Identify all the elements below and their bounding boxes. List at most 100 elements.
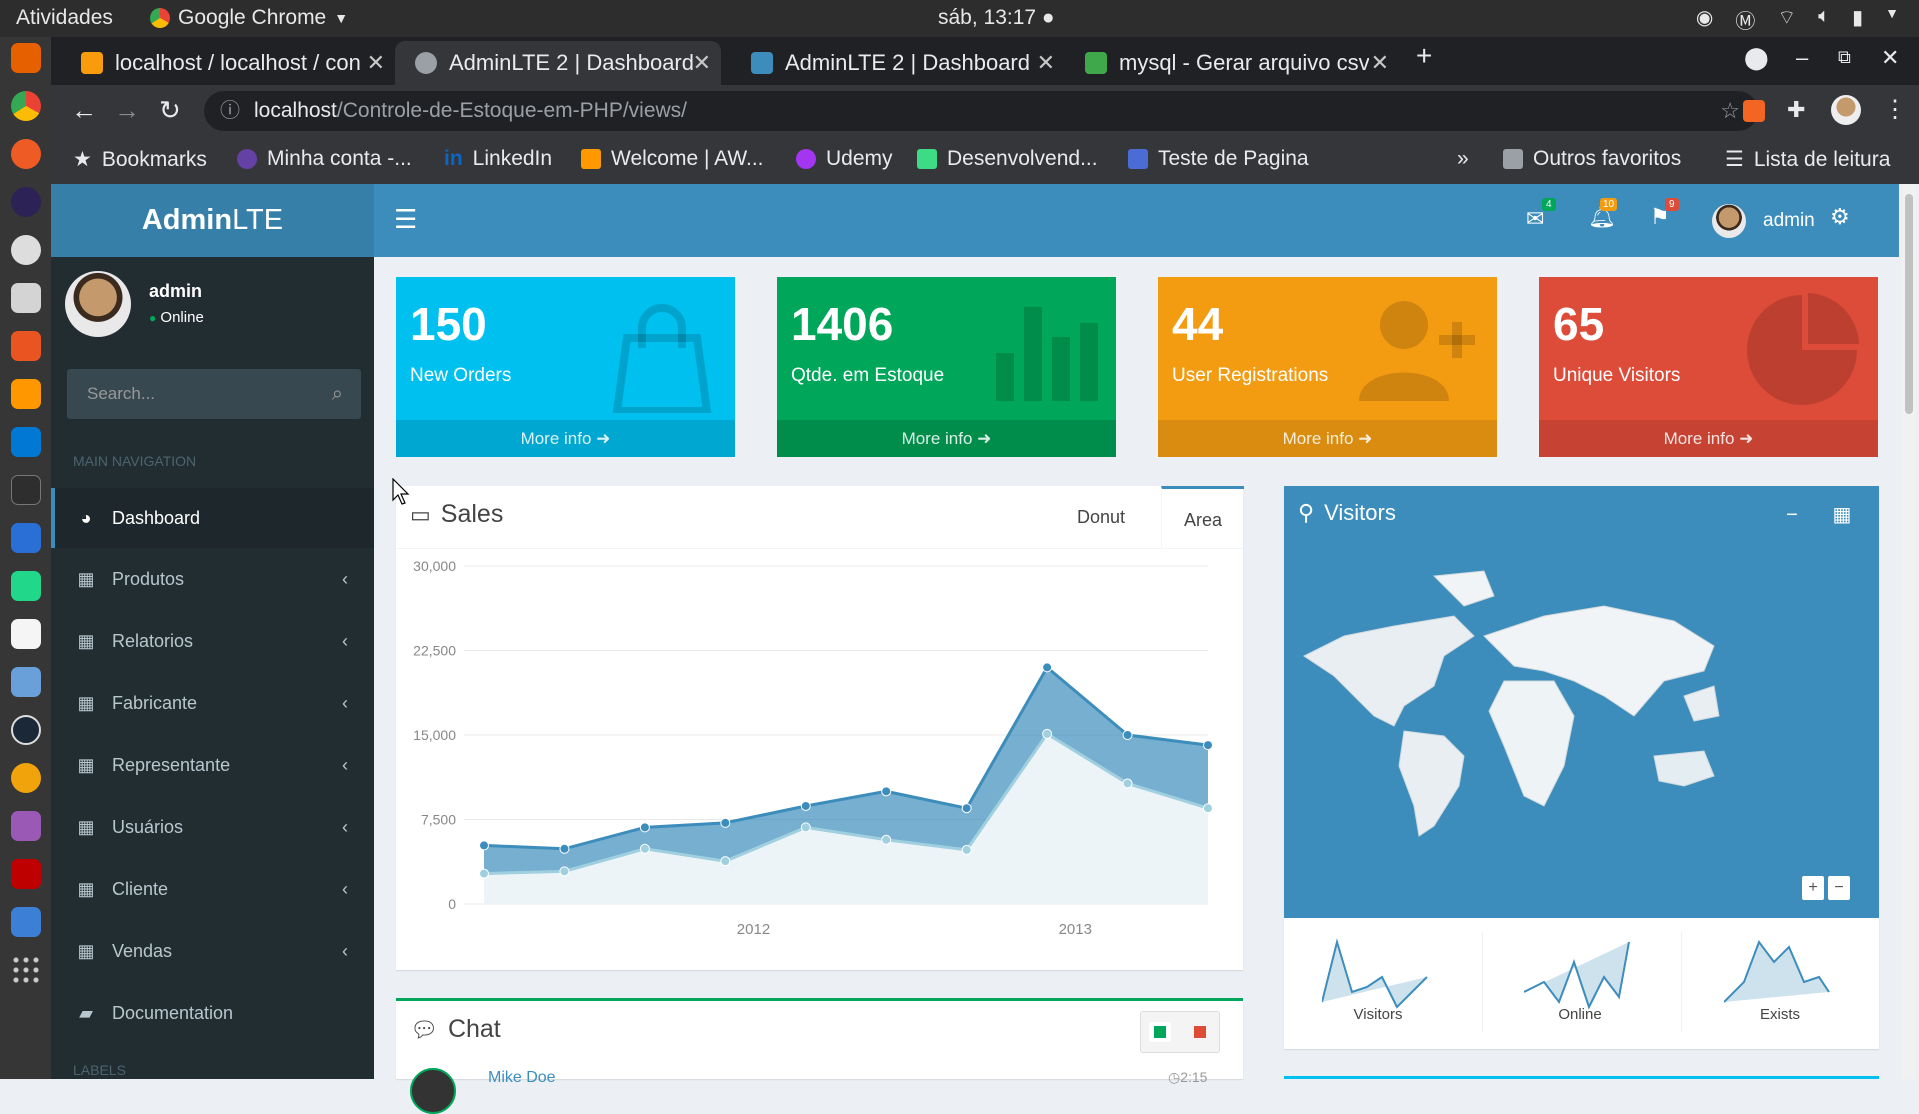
back-arrow-icon[interactable]: ← (71, 95, 97, 126)
bookmark-item[interactable]: in LinkedIn (444, 147, 552, 171)
map-zoom-out[interactable]: − (1828, 876, 1850, 900)
datagrip-icon[interactable] (10, 523, 41, 553)
battery-icon[interactable]: ▮ (1852, 5, 1863, 34)
reload-icon[interactable]: ↻ (159, 95, 181, 126)
info-icon[interactable]: ⓘ (220, 91, 240, 131)
map-zoom-in[interactable]: + (1802, 876, 1824, 900)
data-point (961, 844, 972, 855)
star-icon[interactable]: ☆ (1720, 91, 1740, 131)
steam-icon[interactable] (10, 715, 41, 745)
tab-area[interactable]: Area (1161, 486, 1245, 549)
search-icon[interactable]: ⌕ (332, 369, 343, 419)
rss-icon[interactable] (1743, 100, 1765, 122)
sublime-icon[interactable] (10, 379, 41, 409)
text-editor-icon[interactable] (10, 619, 41, 649)
profile-avatar[interactable] (1831, 95, 1861, 125)
more-info-link[interactable]: More info ➜ (396, 420, 735, 457)
clock[interactable]: sáb, 13:17 ● (938, 6, 1055, 30)
bookmark-item[interactable]: Minha conta -... (237, 147, 412, 171)
tab-donut[interactable]: Donut (1055, 486, 1147, 549)
more-info-link[interactable]: More info ➜ (1158, 420, 1497, 457)
window-close-icon[interactable]: ✕ (1881, 45, 1899, 71)
gears-icon[interactable]: ⚙ (1830, 204, 1850, 230)
extensions-icon[interactable]: ✚ (1787, 97, 1805, 123)
reading-list[interactable]: ☰ Lista de leitura (1725, 147, 1890, 172)
obs-icon[interactable] (10, 235, 41, 265)
tab-mysql[interactable]: mysql - Gerar arquivo csv c ✕ (1065, 41, 1399, 85)
app-grid-icon[interactable] (10, 955, 41, 985)
wifi-icon[interactable]: ⌔ (1777, 5, 1796, 34)
bookmark-item[interactable]: Teste de Pagina (1128, 147, 1309, 171)
close-icon[interactable]: ✕ (693, 50, 711, 76)
activities-button[interactable]: Atividades (16, 6, 113, 30)
bookmark-item[interactable]: Desenvolvend... (917, 147, 1098, 171)
sidebar-item-fabricante[interactable]: ▦ Fabricante ‹ (51, 673, 374, 733)
user-plus-icon (1359, 301, 1475, 401)
app-menu[interactable]: Google Chrome ▼ (150, 6, 348, 30)
tab-adminlte[interactable]: AdminLTE 2 | Dashboard ✕ (731, 41, 1065, 85)
other-bookmarks-folder[interactable]: Outros favoritos (1503, 147, 1681, 171)
eclipse-icon[interactable] (10, 187, 41, 217)
gmail-icon[interactable]: Ⓜ (1735, 5, 1755, 34)
filezilla-icon[interactable] (10, 859, 41, 889)
online-status-button[interactable] (1149, 1022, 1171, 1042)
status-toggle[interactable] (1140, 1011, 1220, 1053)
close-icon[interactable]: ✕ (1371, 50, 1389, 76)
offline-status-button[interactable] (1189, 1022, 1211, 1042)
postman-icon[interactable] (10, 139, 41, 169)
user-avatar[interactable] (1712, 204, 1746, 238)
chat-sender-name[interactable]: Mike Doe (488, 1069, 556, 1087)
bookmark-item[interactable]: Udemy (796, 147, 893, 171)
forward-arrow-icon[interactable]: → (114, 95, 140, 126)
sidebar-item-produtos[interactable]: ▦ Produtos ‹ (51, 549, 374, 609)
stat-box-stock: 1406 Qtde. em Estoque More info ➜ (777, 277, 1116, 457)
terminal-icon[interactable] (10, 475, 41, 505)
steam-icon[interactable]: ◉ (1696, 5, 1713, 34)
scrollbar-thumb[interactable] (1905, 194, 1913, 414)
software-store-icon[interactable] (10, 331, 41, 361)
system-tray[interactable]: ◉ Ⓜ ⌔ 🔈︎ ▮ ▼ (1696, 5, 1899, 34)
pycharm-icon[interactable] (10, 571, 41, 601)
new-tab-button[interactable]: + (1416, 40, 1432, 72)
virtualbox-icon[interactable] (10, 667, 41, 697)
hamburger-icon[interactable]: ☰ (394, 204, 417, 235)
minimize-icon[interactable]: – (1796, 45, 1808, 71)
close-icon[interactable]: ✕ (1037, 50, 1055, 76)
address-bar[interactable]: ⓘ localhost/Controle-de-Estoque-em-PHP/v… (204, 91, 1758, 131)
online-sparkline (1524, 941, 1630, 1010)
headphones-icon[interactable] (10, 763, 41, 793)
y-tick-label: 30,000 (413, 558, 456, 574)
image-viewer-icon[interactable] (10, 811, 41, 841)
bookmarks-overflow[interactable]: » (1457, 147, 1469, 171)
tab-adminlte-active[interactable]: AdminLTE 2 | Dashboard ✕ (395, 41, 721, 85)
tab-search-icon[interactable]: ⬤ (1744, 45, 1769, 71)
chrome-icon[interactable] (10, 91, 41, 121)
sidebar-search-input[interactable]: Search... ⌕ (67, 369, 361, 419)
dev-tools-icon[interactable] (10, 907, 41, 937)
sidebar-item-cliente[interactable]: ▦ Cliente ‹ (51, 859, 374, 919)
more-info-link[interactable]: More info ➜ (1539, 420, 1878, 457)
maximize-icon[interactable]: ⧉ (1838, 47, 1851, 68)
user-menu-name[interactable]: admin (1763, 210, 1815, 232)
sidebar-item-documentation[interactable]: ▰ Documentation (51, 983, 374, 1043)
tab-phpmyadmin[interactable]: localhost / localhost / con ✕ (61, 41, 395, 85)
vscode-icon[interactable] (10, 427, 41, 457)
sidebar-item-relatorios[interactable]: ▦ Relatorios ‹ (51, 611, 374, 671)
close-icon[interactable]: ✕ (367, 50, 385, 76)
sidebar-item-usuarios[interactable]: ▦ Usuários ‹ (51, 797, 374, 857)
menu-dots-icon[interactable]: ⋮ (1883, 95, 1907, 124)
chevron-down-icon[interactable]: ▼ (1885, 5, 1899, 34)
firefox-icon[interactable] (10, 43, 41, 73)
pie-chart-icon (1747, 293, 1859, 405)
browser-toolbar: ← → ↻ ⓘ localhost/Controle-de-Estoque-em… (51, 85, 1919, 137)
sidebar-item-vendas[interactable]: ▦ Vendas ‹ (51, 921, 374, 981)
bookmark-item[interactable]: Welcome | AW... (581, 147, 764, 171)
sidebar-item-representante[interactable]: ▦ Representante ‹ (51, 735, 374, 795)
dock (0, 37, 51, 1079)
logo[interactable]: AdminLTE (51, 184, 374, 257)
sidebar-item-dashboard[interactable]: ◕ Dashboard (51, 488, 374, 548)
volume-icon[interactable]: 🔈︎ (1818, 5, 1830, 34)
more-info-link[interactable]: More info ➜ (777, 420, 1116, 457)
files-icon[interactable] (10, 283, 41, 313)
bookmark-item[interactable]: ★ Bookmarks (73, 147, 207, 172)
